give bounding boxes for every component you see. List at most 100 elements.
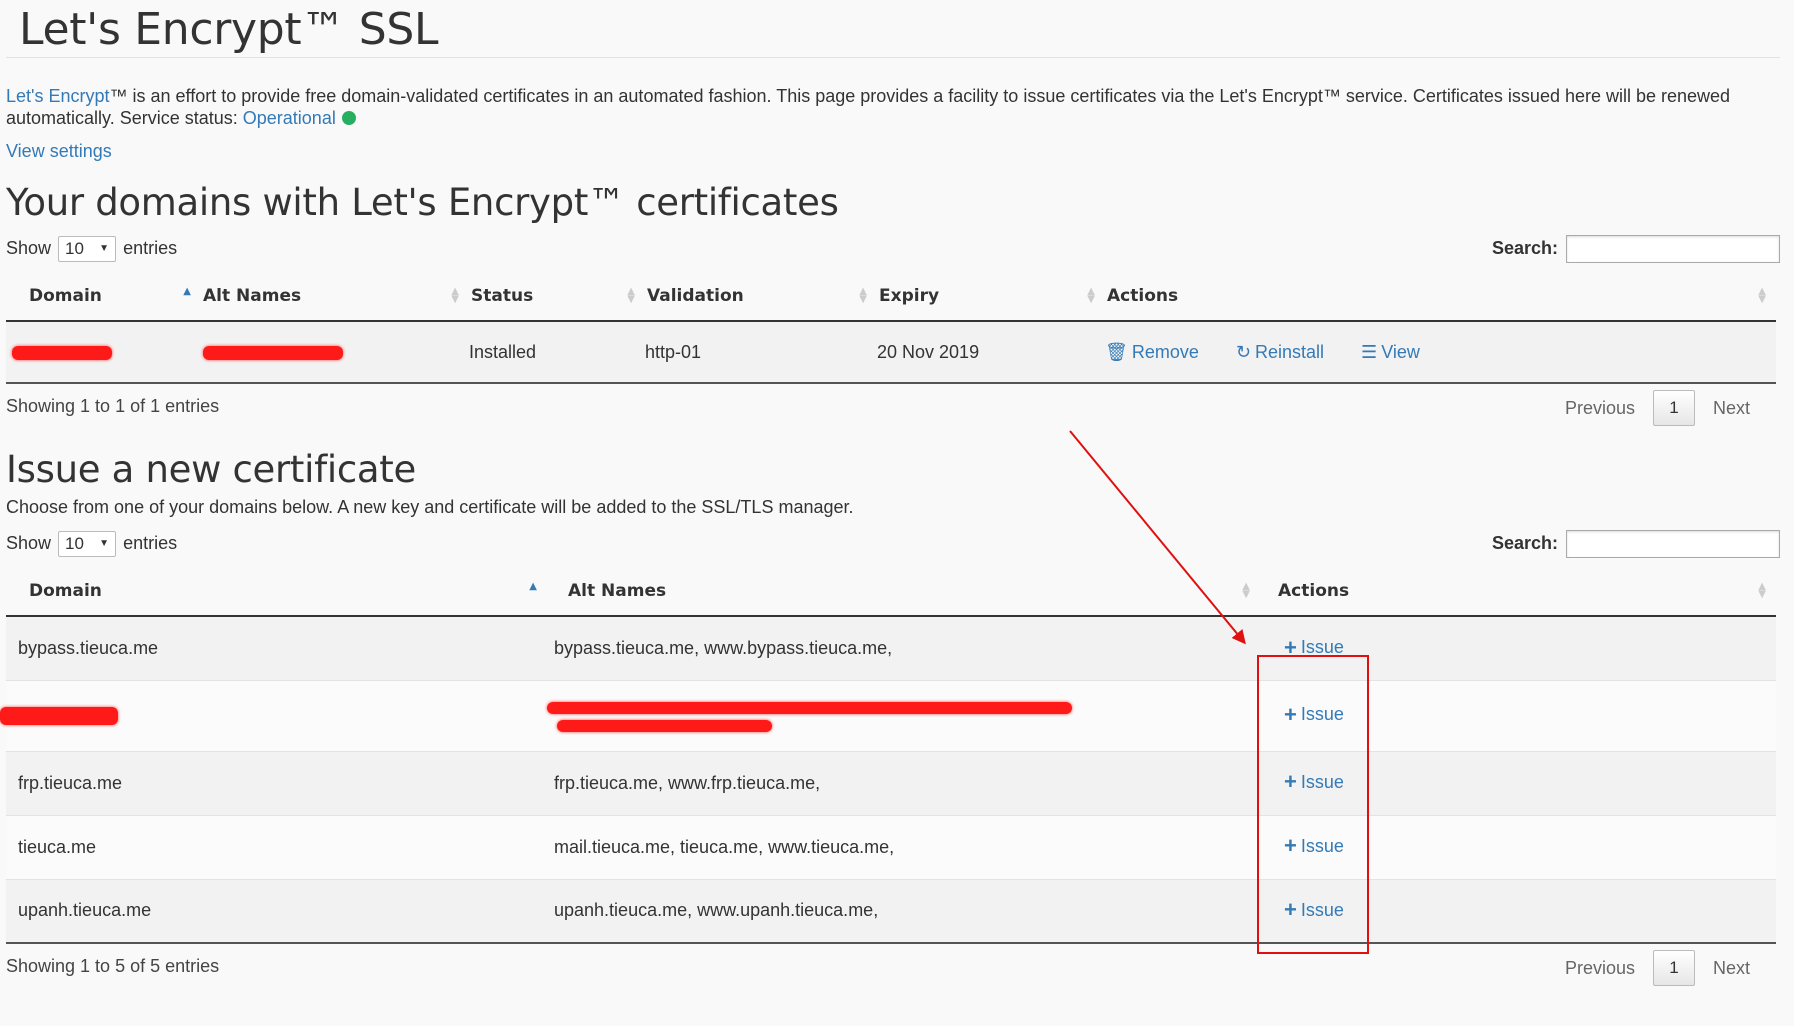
cell-alt-names: upanh.tieuca.me, www.upanh.tieuca.me, <box>547 879 1260 943</box>
cell-alt-names: bypass.tieuca.me, www.bypass.tieuca.me, <box>547 616 1260 681</box>
cell-alt-redacted <box>547 680 1260 752</box>
cell-domain: bypass.tieuca.me <box>6 616 547 681</box>
show-label: Show <box>6 533 52 553</box>
search-label: Search: <box>1491 533 1558 553</box>
cell-expiry: 20 Nov 2019 <box>877 321 1105 383</box>
sort-asc-icon: ▲ <box>183 286 191 297</box>
issue-pagination: Previous 1 Next <box>1547 950 1768 986</box>
installed-controls: Show 10 ▼ entries Search: <box>6 233 1780 264</box>
table-row: + Issue <box>0 680 1776 752</box>
col-expiry[interactable]: Expiry ▲ ▼ <box>877 271 1105 322</box>
table-row: frp.tieuca.me frp.tieuca.me, www.frp.tie… <box>6 751 1776 816</box>
issue-table: Domain ▲ Alt Names ▲ ▼ Actions ▲ ▼ bypass.tie… <box>0 566 1776 944</box>
table-row: tieuca.me mail.tieuca.me, tieuca.me, www… <box>6 815 1776 880</box>
table-row: Installed http-01 20 Nov 2019 🗑 Remove ↻ R… <box>6 321 1776 383</box>
sort-icon: ▲ ▼ <box>451 286 459 305</box>
remove-button[interactable]: 🗑 Remove <box>1105 342 1199 363</box>
table-row: upanh.tieuca.me upanh.tieuca.me, www.upa… <box>6 879 1776 943</box>
installed-table: Domain ▲ Alt Names ▲ ▼ Status ▲ ▼ Validation ▲… <box>6 271 1776 384</box>
list-icon: ☰ <box>1361 341 1378 362</box>
col-validation[interactable]: Validation ▲ ▼ <box>645 271 877 322</box>
installed-heading: Your domains with Let's Encrypt™ certifi… <box>6 181 839 224</box>
installed-search-input[interactable] <box>1566 235 1780 264</box>
cell-domain: upanh.tieuca.me <box>6 879 547 943</box>
installed-pagination: Previous 1 Next <box>1547 390 1768 426</box>
search-label: Search: <box>1491 238 1558 258</box>
status-dot-icon <box>341 111 356 125</box>
service-status-link[interactable]: Operational <box>243 108 336 128</box>
page-button[interactable]: 1 <box>1652 390 1695 426</box>
entries-label: entries <box>123 533 178 553</box>
table-row: bypass.tieuca.me bypass.tieuca.me, www.b… <box>6 616 1776 681</box>
redaction-mark <box>203 345 343 360</box>
col-label: Actions <box>1278 580 1350 601</box>
cell-alt-names: frp.tieuca.me, www.frp.tieuca.me, <box>547 751 1260 816</box>
sort-icon: ▲ ▼ <box>627 286 635 305</box>
cell-status: Installed <box>469 321 645 383</box>
prev-button[interactable]: Previous <box>1547 958 1653 979</box>
view-label: View <box>1381 341 1420 362</box>
col-actions[interactable]: Actions ▲ ▼ <box>1105 271 1776 322</box>
sort-icon: ▲ ▼ <box>1758 286 1766 305</box>
refresh-icon: ↻ <box>1235 341 1251 362</box>
page: Let's Encrypt™ SSL Let's Encrypt™ is an … <box>0 0 1780 994</box>
issue-info: Showing 1 to 5 of 5 entries <box>6 956 220 976</box>
col-label: Domain <box>29 580 102 601</box>
page-button[interactable]: 1 <box>1652 950 1695 986</box>
issue-heading: Issue a new certificate <box>6 448 416 491</box>
cell-domain-redacted <box>6 321 201 383</box>
cell-domain: frp.tieuca.me <box>6 751 547 816</box>
redaction-mark <box>0 707 118 726</box>
sort-icon: ▲ ▼ <box>1087 286 1095 305</box>
cell-domain: tieuca.me <box>6 815 547 880</box>
col-status[interactable]: Status ▲ ▼ <box>469 271 645 322</box>
issue-entries-select[interactable]: 10 ▼ <box>58 531 117 558</box>
lets-encrypt-link[interactable]: Let's Encrypt <box>6 86 109 106</box>
annotation-highlight-box <box>1257 655 1369 954</box>
col-label: Alt Names <box>203 285 302 306</box>
issue-footer: Showing 1 to 5 of 5 entries Previous 1 N… <box>6 944 1780 994</box>
redaction-mark <box>547 701 1072 714</box>
sort-icon: ▲ ▼ <box>1758 581 1766 600</box>
prev-button[interactable]: Previous <box>1547 398 1653 419</box>
show-label: Show <box>6 238 52 258</box>
col-label: Alt Names <box>568 580 667 601</box>
cell-alt-redacted <box>201 321 469 383</box>
entries-value: 10 <box>65 239 84 259</box>
installed-entries-select[interactable]: 10 ▼ <box>58 236 117 263</box>
view-button[interactable]: ☰ View <box>1361 342 1420 363</box>
remove-label: Remove <box>1131 341 1199 362</box>
col-label: Status <box>471 285 534 306</box>
plus-icon: + <box>1284 634 1297 660</box>
col-alt-names[interactable]: Alt Names ▲ ▼ <box>547 566 1260 617</box>
caret-down-icon: ▼ <box>99 243 110 255</box>
intro-text: Let's Encrypt™ is an effort to provide f… <box>6 85 1776 129</box>
col-label: Domain <box>29 285 102 306</box>
redaction-mark <box>557 719 772 732</box>
entries-label: entries <box>123 238 178 258</box>
cell-validation: http-01 <box>645 321 877 383</box>
col-label: Expiry <box>879 285 940 306</box>
col-alt-names[interactable]: Alt Names ▲ ▼ <box>201 271 469 322</box>
page-title: Let's Encrypt™ SSL <box>6 0 1780 58</box>
col-domain[interactable]: Domain ▲ <box>6 271 201 322</box>
caret-down-icon: ▼ <box>99 538 110 550</box>
sort-asc-icon: ▲ <box>529 581 537 592</box>
issue-search: Search: <box>1491 528 1780 559</box>
next-button[interactable]: Next <box>1695 958 1768 979</box>
view-settings-link[interactable]: View settings <box>6 141 112 162</box>
issue-search-input[interactable] <box>1566 530 1780 559</box>
installed-search: Search: <box>1491 233 1780 264</box>
redaction-mark <box>12 345 112 360</box>
col-domain[interactable]: Domain ▲ <box>6 566 547 617</box>
reinstall-label: Reinstall <box>1255 341 1325 362</box>
cell-domain-redacted <box>0 680 547 752</box>
trash-icon: 🗑 <box>1105 341 1128 362</box>
col-label: Validation <box>647 285 744 306</box>
installed-footer: Showing 1 to 1 of 1 entries Previous 1 N… <box>6 384 1780 434</box>
entries-value: 10 <box>65 534 84 554</box>
col-actions[interactable]: Actions ▲ ▼ <box>1260 566 1776 617</box>
next-button[interactable]: Next <box>1695 398 1768 419</box>
issue-description: Choose from one of your domains below. A… <box>6 497 854 517</box>
reinstall-button[interactable]: ↻ Reinstall <box>1236 342 1324 363</box>
